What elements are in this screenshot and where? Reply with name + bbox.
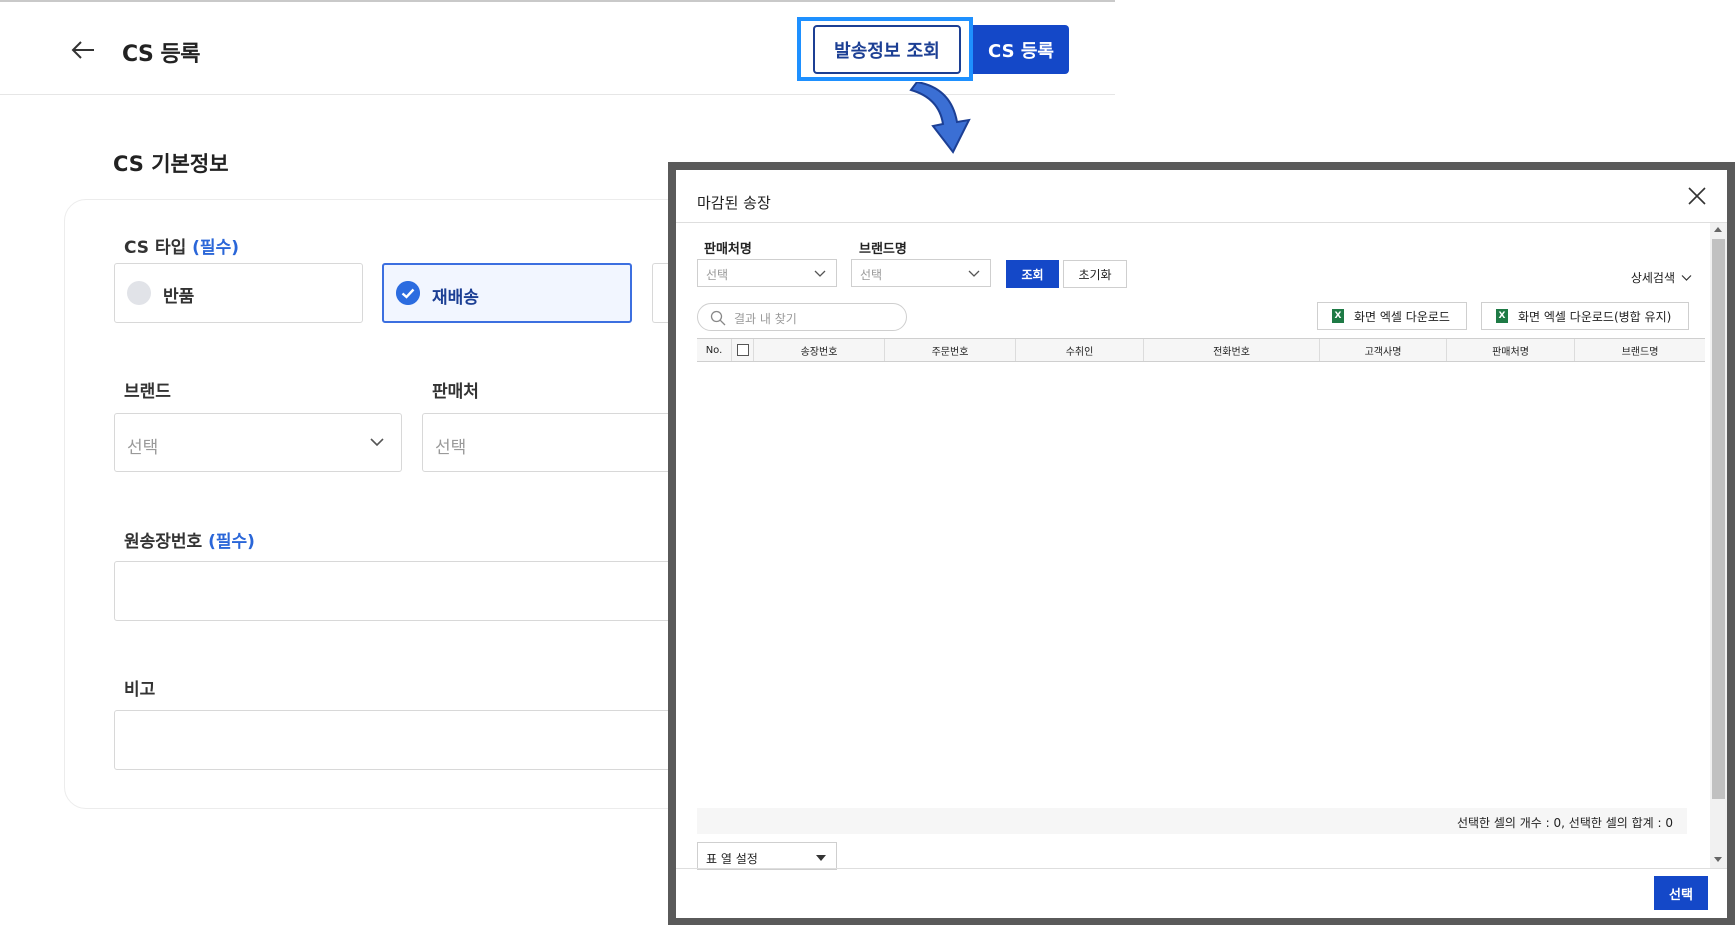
column-select-all[interactable] [732, 339, 754, 361]
advanced-search-toggle[interactable]: 상세검색 [1631, 269, 1692, 286]
checkbox[interactable] [736, 344, 749, 356]
search-icon [710, 310, 726, 326]
original-invoice-input[interactable] [114, 561, 714, 621]
scroll-down-icon[interactable] [1714, 857, 1722, 862]
close-icon[interactable] [1687, 186, 1707, 206]
scroll-up-icon[interactable] [1714, 227, 1722, 232]
section-title: CS 기본정보 [113, 152, 229, 176]
ship-info-button[interactable]: 발송정보 조회 [813, 25, 961, 74]
closed-invoice-modal: 마감된 송장 판매처명 브랜드명 선택 선택 조회 초기화 상세검색 결과 내 … [676, 170, 1727, 918]
seller-name-label: 판매처명 [704, 242, 752, 257]
column-settings-select[interactable]: 표 열 설정 [697, 842, 837, 870]
column-seller[interactable]: 판매처명 [1447, 339, 1575, 361]
page-title: CS 등록 [122, 42, 201, 67]
excel-icon: X [1332, 309, 1344, 323]
vertical-scrollbar[interactable] [1710, 223, 1727, 868]
curved-arrow-icon [909, 82, 971, 154]
caret-down-icon [816, 855, 826, 861]
column-recipient[interactable]: 수취인 [1016, 339, 1144, 361]
brand-label: 브랜드 [124, 382, 171, 402]
brand-name-label: 브랜드명 [859, 242, 907, 257]
brand-name-select[interactable]: 선택 [851, 259, 991, 287]
original-invoice-label: 원송장번호 (필수) [124, 532, 255, 552]
radio-reshipment[interactable]: 재배송 [382, 263, 632, 323]
search-button[interactable]: 조회 [1006, 260, 1059, 288]
radio-unchecked-icon [127, 281, 151, 305]
column-invoice-no[interactable]: 송장번호 [754, 339, 885, 361]
radio-return[interactable]: 반품 [114, 263, 363, 323]
select-button[interactable]: 선택 [1654, 876, 1708, 910]
excel-icon: X [1496, 309, 1508, 323]
chevron-down-icon [1681, 274, 1692, 281]
selection-summary: 선택한 셀의 개수 : 0, 선택한 셀의 합계 : 0 [1456, 816, 1673, 830]
excel-download-button[interactable]: X 화면 엑셀 다운로드 [1317, 302, 1467, 330]
brand-select[interactable]: 선택 [114, 413, 402, 472]
chevron-down-icon [814, 270, 826, 277]
column-brand[interactable]: 브랜드명 [1575, 339, 1705, 361]
seller-label: 판매처 [432, 382, 479, 402]
cs-register-button[interactable]: CS 등록 [973, 25, 1069, 74]
footer-divider [676, 868, 1727, 869]
column-no[interactable]: No. [697, 339, 732, 361]
find-in-results-input[interactable]: 결과 내 찾기 [697, 303, 907, 331]
status-bar: 선택한 셀의 개수 : 0, 선택한 셀의 합계 : 0 [697, 808, 1687, 834]
chevron-down-icon [968, 270, 980, 277]
scroll-thumb[interactable] [1712, 239, 1725, 799]
excel-download-merged-button[interactable]: X 화면 엑셀 다운로드(병합 유지) [1481, 302, 1689, 330]
reset-button[interactable]: 초기화 [1063, 260, 1127, 288]
checkmark-icon [396, 281, 420, 305]
chevron-down-icon [370, 438, 384, 447]
modal-title: 마감된 송장 [697, 194, 771, 212]
back-arrow-icon[interactable] [70, 38, 96, 62]
modal-divider [676, 222, 1727, 223]
note-label: 비고 [124, 680, 156, 700]
cs-type-label: CS 타입 (필수) [124, 238, 239, 258]
column-customer[interactable]: 고객사명 [1320, 339, 1447, 361]
column-order-no[interactable]: 주문번호 [885, 339, 1016, 361]
seller-name-select[interactable]: 선택 [697, 259, 837, 287]
note-input[interactable] [114, 710, 714, 770]
grid-header: No. 송장번호 주문번호 수취인 전화번호 고객사명 판매처명 브랜드명 [697, 338, 1705, 362]
column-phone[interactable]: 전화번호 [1144, 339, 1320, 361]
